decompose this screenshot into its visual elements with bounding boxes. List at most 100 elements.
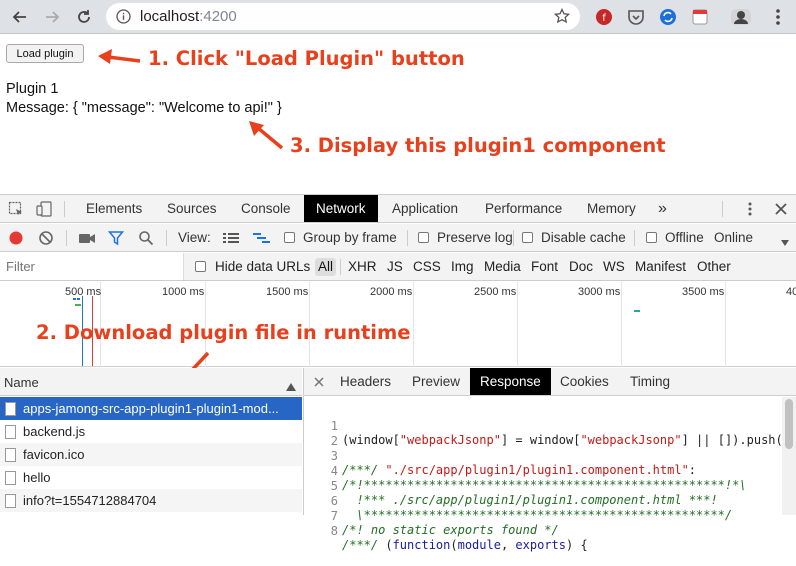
devtools-menu-icon[interactable] [742,201,758,222]
toolbar-separator [166,230,167,246]
request-bar [73,298,76,300]
bookmark-star-icon[interactable] [553,7,571,29]
inspect-element-icon[interactable] [8,201,24,222]
tab-response[interactable]: Response [470,368,551,395]
request-row[interactable]: favicon.ico [0,443,302,466]
throttling-select[interactable]: Online [714,230,753,245]
file-icon [5,448,16,462]
code-line: 1 (window["webpackJsonp"] = window["webp… [304,405,784,447]
forward-icon[interactable] [40,5,64,29]
timeline-tick-label: 500 ms [65,286,102,298]
filter-type-media[interactable]: Media [484,259,521,274]
hide-data-urls-label: Hide data URLs [215,259,311,274]
file-icon [5,494,16,508]
avatar-icon[interactable] [730,7,751,27]
extension-red-icon[interactable]: f [594,7,614,27]
pocket-icon[interactable] [626,7,646,27]
close-icon[interactable] [773,201,789,222]
tab-separator [64,201,65,217]
preserve-log-checkbox[interactable] [418,232,429,243]
filter-type-doc[interactable]: Doc [569,259,593,274]
tab-preview[interactable]: Preview [402,368,470,395]
address-bar[interactable]: localhost:4200 [106,3,580,30]
code-scrollbar[interactable] [782,397,796,515]
offline-label: Offline [665,230,704,245]
filter-type-ws[interactable]: WS [603,259,625,274]
plugin-title: Plugin 1 [6,81,59,97]
tab-performance[interactable]: Performance [473,195,574,222]
tab-cookies[interactable]: Cookies [550,368,619,395]
request-list-header[interactable]: Name [0,368,302,396]
sort-ascending-icon[interactable] [286,378,296,396]
filter-type-js[interactable]: JS [387,259,403,274]
url-text: localhost:4200 [140,8,237,25]
filter-funnel-icon[interactable] [107,230,125,246]
devtools-panel: Elements Sources Console Network Applica… [0,194,796,552]
more-tabs-icon[interactable]: » [646,195,679,222]
file-icon [5,425,16,439]
sync-extension-icon[interactable] [658,7,678,27]
filter-type-font[interactable]: Font [531,259,558,274]
response-code-viewer[interactable]: 1 (window["webpackJsonp"] = window["webp… [304,397,796,552]
waterfall-icon[interactable] [252,230,270,246]
toolbar-separator [634,230,635,246]
request-bar [75,304,81,306]
filter-input[interactable] [0,253,184,280]
filter-type-css[interactable]: CSS [413,259,441,274]
file-icon [5,402,16,416]
filter-type-xhr[interactable]: XHR [348,259,377,274]
request-name: favicon.ico [23,447,85,462]
request-row[interactable]: backend.js [0,420,302,443]
annotation-step-1: 1. Click "Load Plugin" button [148,47,465,70]
hide-data-urls-checkbox[interactable] [195,261,206,272]
line-number: 8 [330,524,338,538]
camera-icon[interactable] [78,230,95,246]
close-detail-icon[interactable] [313,375,325,393]
tab-network[interactable]: Network [304,195,378,222]
request-name: apps-jamong-src-app-plugin1-plugin1-mod.… [23,401,279,416]
devtools-tab-bar: Elements Sources Console Network Applica… [0,195,796,223]
timeline-tick-label: 3500 ms [682,286,725,298]
filter-type-manifest[interactable]: Manifest [635,259,686,274]
filter-type-all[interactable]: All [315,258,337,276]
request-row[interactable]: hello [0,466,302,489]
tab-memory[interactable]: Memory [575,195,648,222]
clear-icon[interactable] [38,230,54,246]
offline-checkbox[interactable] [646,232,657,243]
code-line: 4 /*!***********************************… [304,450,784,492]
group-by-frame-checkbox[interactable] [284,232,295,243]
tab-sources[interactable]: Sources [155,195,229,222]
code-line: 3 /***/ "./src/app/plugin1/plugin1.compo… [304,435,784,477]
annotation-arrow-1 [98,49,141,64]
filter-type-img[interactable]: Img [451,259,474,274]
file-icon [5,471,16,485]
calendar-extension-icon[interactable] [690,7,710,27]
tab-application[interactable]: Application [380,195,470,222]
disable-cache-checkbox[interactable] [522,232,533,243]
timeline-gridline [413,282,414,367]
code-line: 7 /*! no static exports found */ [304,495,784,537]
tab-console[interactable]: Console [229,195,303,222]
back-icon[interactable] [8,5,32,29]
request-row[interactable]: info?t=1554712884704 [0,489,302,512]
detail-tab-bar: Headers Preview Response Cookies Timing [304,368,796,396]
filter-type-other[interactable]: Other [697,259,731,274]
tab-timing[interactable]: Timing [620,368,680,395]
info-icon[interactable] [116,9,131,29]
dropdown-caret-icon[interactable] [780,234,790,252]
search-icon[interactable] [138,230,154,246]
browser-toolbar: localhost:4200 f [0,0,796,34]
reload-icon[interactable] [72,5,96,29]
record-icon[interactable] [8,230,24,246]
large-rows-icon[interactable] [222,230,239,246]
tab-elements[interactable]: Elements [74,195,154,222]
request-row[interactable]: apps-jamong-src-app-plugin1-plugin1-mod.… [0,397,302,420]
scrollbar-thumb[interactable] [785,399,793,449]
menu-kebab-icon[interactable] [768,7,788,27]
load-plugin-button[interactable]: Load plugin [6,44,84,63]
device-toolbar-icon[interactable] [36,201,54,222]
request-name: hello [23,470,51,485]
network-toolbar: View: Group by frame Preserve log Disabl… [0,224,796,252]
url-port: :4200 [199,8,237,25]
tab-headers[interactable]: Headers [330,368,401,395]
